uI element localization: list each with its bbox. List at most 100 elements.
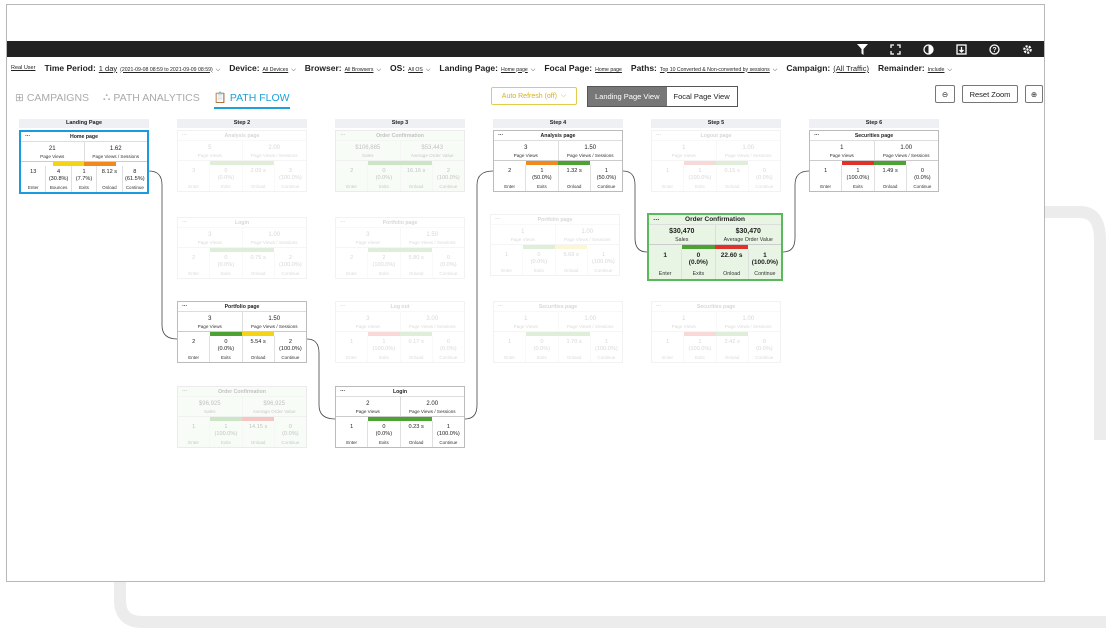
device-filter[interactable]: Device: All Devices ⌵ — [229, 63, 295, 74]
export-icon[interactable] — [955, 43, 968, 56]
summary-value: 3 — [208, 232, 212, 238]
summary-value: 1.50 — [426, 232, 439, 238]
metric-label: Enter — [820, 184, 831, 189]
paths-filter[interactable]: Paths: Top 10 Converted & Non-converted b… — [631, 63, 777, 74]
page-card[interactable]: … Order Confirmation $96,925 Sales $96,925 Av… — [177, 386, 307, 448]
landing-page-filter[interactable]: Landing Page: Home page ⌵ — [439, 63, 535, 74]
more-options-icon[interactable]: … — [182, 387, 187, 394]
more-options-icon[interactable]: … — [498, 302, 503, 309]
page-card[interactable]: … Securities page 1 Page Views 1.00 Page View… — [651, 301, 781, 363]
page-card[interactable]: … Order Confirmation $106,885 Sales $53,443 A… — [335, 130, 465, 192]
more-options-icon[interactable]: … — [25, 132, 30, 139]
page-card[interactable]: … Login 3 Page Views 1.00 Page Views / Sessio… — [177, 217, 307, 279]
more-options-icon[interactable]: … — [656, 131, 661, 138]
reset-zoom-button[interactable]: Reset Zoom — [962, 85, 1018, 103]
page-card[interactable]: … Order Confirmation $30,470 Sales $30,470 Av… — [647, 213, 783, 281]
card-metrics: 2 Enter 0 (0.0%) Exits 5.54 s Onload 2 (100.0%… — [178, 336, 306, 362]
card-header: … Securities page — [810, 131, 938, 141]
time-period-filter[interactable]: Time Period: 1 day (2021-09-08 08:59 to 20… — [44, 63, 220, 74]
metric-value: 1 (100.0%) — [214, 424, 238, 437]
metric-value: 0 (0.0%) — [440, 339, 457, 352]
page-card[interactable]: … Portfolio page 3 Page Views 1.50 Page Views… — [335, 217, 465, 279]
summary-label: Page Views / Sessions — [724, 324, 772, 329]
metric-value: 2.09 s — [250, 168, 266, 174]
more-options-icon[interactable]: … — [182, 131, 187, 138]
tab-path-flow[interactable]: 📋 PATH FLOW — [213, 91, 290, 109]
more-options-icon[interactable]: … — [814, 131, 819, 138]
metric-label: Enter — [346, 355, 357, 360]
summary-label: Page Views — [513, 153, 538, 158]
more-options-icon[interactable]: … — [340, 218, 345, 225]
metric-value: 1 (100.0%) — [437, 424, 460, 437]
card-metrics: 2 Enter 0 (0.0%) Exits 0.75 s Onload 2 (100.0%… — [178, 252, 306, 278]
focal-page-filter[interactable]: Focal Page: Home page — [544, 63, 622, 73]
metric-label: Exits — [694, 355, 705, 360]
card-metrics: 1 Enter 0 (0.0%) Exits 1.70 s Onload 1 (100.0%… — [494, 336, 622, 362]
page-card[interactable]: … Analysis page 5 Page Views 2.00 Page Views … — [177, 130, 307, 192]
browser-filter[interactable]: Browser: All Browsers ⌵ — [305, 63, 381, 74]
campaign-filter[interactable]: Campaign: (All Traffic) — [786, 63, 869, 73]
more-options-icon[interactable]: … — [340, 387, 345, 394]
more-options-icon[interactable]: … — [182, 218, 187, 225]
metric-value: 0.17 s — [408, 339, 424, 345]
page-card[interactable]: … Securities page 1 Page Views 1.00 Page View… — [809, 130, 939, 192]
zoom-in-button[interactable]: ⊕ — [1025, 85, 1043, 103]
more-options-icon[interactable]: … — [182, 302, 187, 309]
more-options-icon[interactable]: … — [495, 215, 500, 222]
help-icon[interactable]: ? — [988, 43, 1001, 56]
summary-cell: 5 Page Views — [178, 141, 243, 160]
chevron-down-icon: ⌵ — [215, 66, 221, 73]
tab-path-analytics[interactable]: ⛬ PATH ANALYTICS — [103, 91, 200, 104]
metric-cell: 1 (100.0%) Exits — [368, 336, 401, 362]
more-options-icon[interactable]: … — [340, 131, 345, 138]
page-card[interactable]: … Portfolio page 1 Page Views 1.00 Page Views… — [490, 214, 620, 276]
summary-label: Page Views — [355, 324, 380, 329]
metric-value: 0.23 s — [408, 424, 424, 430]
card-header: … Log out — [336, 302, 464, 312]
summary-label: Page Views / Sessions — [724, 153, 772, 158]
page-card[interactable]: … Home page 21 Page Views 1.62 Page Views / S… — [19, 130, 149, 194]
summary-cell: $30,470 Average Order Value — [716, 225, 782, 244]
contrast-icon[interactable] — [922, 43, 935, 56]
summary-label: Page Views / Sessions — [92, 154, 140, 159]
metric-cell: 1 Enter — [810, 165, 843, 191]
page-card[interactable]: … Login 2 Page Views 2.00 Page Views / Sessio… — [335, 386, 465, 448]
page-card[interactable]: … Logout page 1 Page Views 1.00 Page Views / … — [651, 130, 781, 192]
metric-label: Onload — [566, 184, 582, 189]
os-filter[interactable]: OS: All OS ⌵ — [390, 63, 430, 74]
landing-page-view-button[interactable]: Landing Page View — [588, 87, 667, 106]
page-card[interactable]: … Log out 3 Page Views 3.00 Page Views / Sess… — [335, 301, 465, 363]
metric-value: 0 (0.0%) — [914, 168, 931, 181]
summary-cell: 1 Page Views — [652, 141, 717, 160]
page-card[interactable]: … Securities page 1 Page Views 1.00 Page View… — [493, 301, 623, 363]
more-options-icon[interactable]: … — [653, 215, 660, 222]
page-card[interactable]: … Analysis page 3 Page Views 1.50 Page Views … — [493, 130, 623, 192]
card-header: … Home page — [21, 132, 147, 142]
card-header: … Logout page — [652, 131, 780, 141]
auto-refresh-dropdown[interactable]: Auto Refresh (off) ⌵ — [491, 87, 577, 105]
metric-value: 1 — [350, 424, 354, 430]
page-card[interactable]: … Portfolio page 3 Page Views 1.50 Page Views… — [177, 301, 307, 363]
card-metrics: 1 Enter 0 (0.0%) Exits 5.69 s Onload 1 (100.0%… — [491, 249, 619, 275]
summary-value: $96,925 — [263, 401, 286, 407]
summary-cell: 2.00 Page Views / Sessions — [243, 141, 307, 160]
tab-campaigns[interactable]: ⊞ CAMPAIGNS — [15, 92, 89, 104]
filter-icon[interactable] — [856, 43, 869, 56]
metric-label: Exits — [378, 271, 389, 276]
summary-label: Page Views / Sessions — [250, 240, 298, 245]
user-type-select[interactable]: Real User — [11, 65, 35, 71]
zoom-out-button[interactable]: ⊖ — [935, 85, 955, 103]
more-options-icon[interactable]: … — [498, 131, 503, 138]
settings-icon[interactable] — [1021, 43, 1034, 56]
remainder-filter[interactable]: Remainder: Include ⌵ — [878, 63, 952, 74]
more-options-icon[interactable]: … — [656, 302, 661, 309]
more-options-icon[interactable]: … — [340, 302, 345, 309]
card-title: Login — [234, 219, 250, 226]
metric-value: 4 (30.8%) — [48, 169, 69, 182]
fullscreen-icon[interactable] — [889, 43, 902, 56]
metric-cell: 2 Enter — [494, 165, 527, 191]
summary-label: Page Views — [355, 409, 380, 414]
focal-page-view-button[interactable]: Focal Page View — [667, 87, 737, 106]
metric-cell: 4 (30.8%) Bounces — [46, 166, 72, 192]
summary-value: 1.50 — [268, 316, 281, 322]
